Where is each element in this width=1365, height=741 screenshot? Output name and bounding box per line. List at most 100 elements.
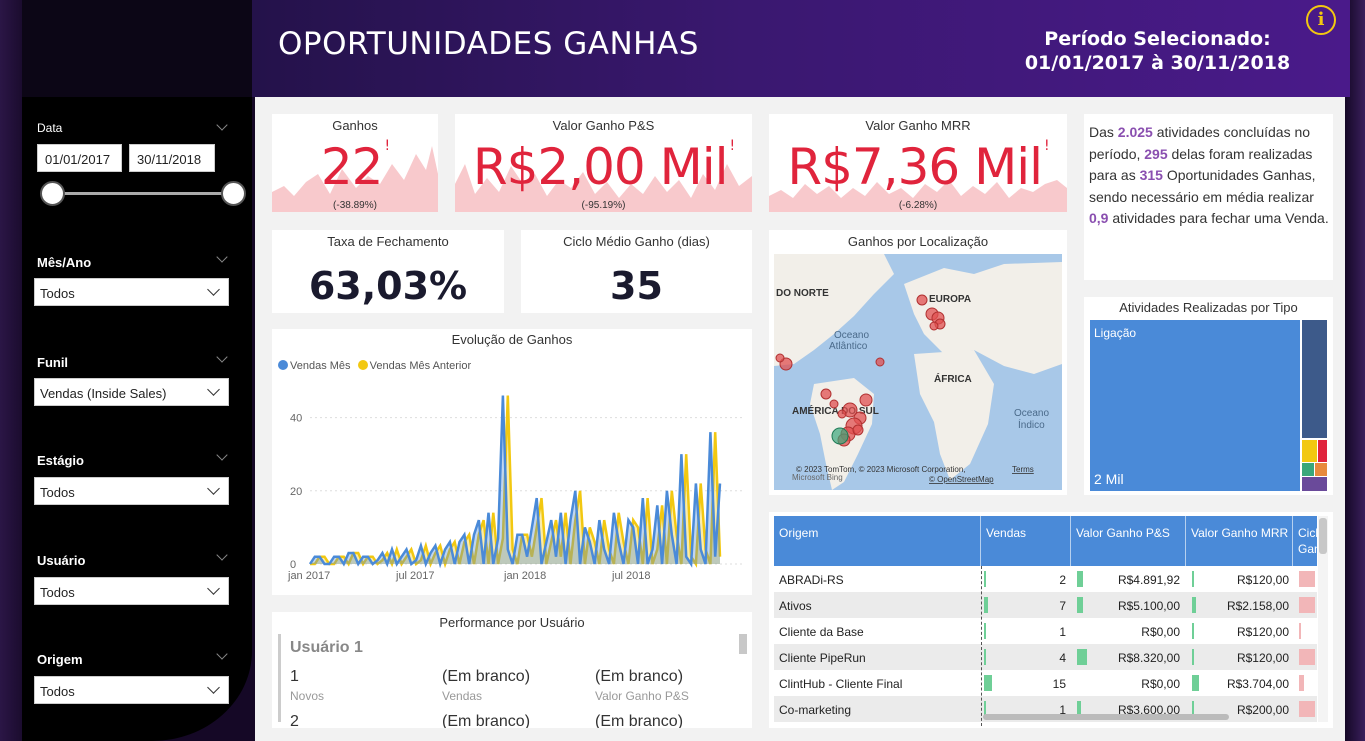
table-row[interactable]: Ativos 7 R$5.100,00 R$2.158,00 [774, 592, 1317, 618]
origin-table-card[interactable]: Origem Vendas Valor Ganho P&S Valor Ganh… [769, 512, 1333, 728]
map-label-indico: Oceano [1014, 408, 1049, 419]
kpi-card-ciclo-medio[interactable]: Ciclo Médio Ganho (dias) 35 [521, 230, 752, 313]
filter-dropdown-estagio[interactable]: Todos [34, 477, 229, 505]
performance-scrollbar[interactable] [739, 634, 747, 654]
treemap-tile[interactable] [1315, 463, 1327, 476]
chevron-down-icon[interactable] [216, 251, 228, 263]
period-range: 01/01/2017 à 30/11/2018 [1024, 52, 1291, 74]
cell-origem: ClintHub - Cliente Final [779, 677, 903, 691]
summary-number: 295 [1144, 145, 1168, 162]
date-slider-end-handle[interactable] [221, 181, 246, 206]
y-tick-label: 40 [290, 413, 302, 425]
performance-card[interactable]: Performance por Usuário Usuário 1 1 Novo… [272, 612, 752, 728]
summary-fragment: Das [1089, 124, 1118, 140]
map-marker[interactable] [852, 424, 864, 436]
scrollbar-thumb[interactable] [1319, 518, 1327, 554]
map-marker[interactable] [916, 294, 928, 306]
table-header: Origem Vendas Valor Ganho P&S Valor Ganh… [774, 516, 1321, 566]
ciclo-bar [1299, 649, 1316, 665]
column-header-valor-ps[interactable]: Valor Ganho P&S [1076, 526, 1170, 540]
filter-dropdown-origem[interactable]: Todos [34, 676, 229, 704]
kpi-title: Taxa de Fechamento [327, 234, 449, 249]
column-header-origem[interactable]: Origem [779, 526, 818, 540]
column-header-vendas[interactable]: Vendas [986, 526, 1026, 540]
table-row[interactable]: Cliente PipeRun 4 R$8.320,00 R$120,00 [774, 644, 1317, 670]
date-slider-start-handle[interactable] [40, 181, 65, 206]
table-row[interactable]: Cliente da Base 1 R$0,00 R$120,00 [774, 618, 1317, 644]
kpi-card-taxa-fechamento[interactable]: Taxa de Fechamento 63,03% [272, 230, 504, 313]
map-label-europa: EUROPA [929, 294, 971, 305]
performance-label: Valor Ganho P&S [595, 689, 689, 703]
treemap-tile[interactable] [1302, 477, 1327, 491]
kpi-card-valor-mrr[interactable]: Valor Ganho MRR R$7,36 Mil! (-6.28%) [769, 114, 1067, 212]
map-marker[interactable] [829, 399, 839, 409]
column-header-valor-mrr[interactable]: Valor Ganho MRR [1191, 526, 1288, 540]
kpi-card-valor-ps[interactable]: Valor Ganho P&S R$2,00 Mil! (-95.19%) [455, 114, 752, 212]
x-tick-label: jul 2017 [395, 570, 435, 582]
date-start-input[interactable]: 01/01/2017 [37, 144, 122, 172]
map-osm-link[interactable]: © OpenStreetMap [929, 475, 994, 484]
chevron-down-icon[interactable] [216, 648, 228, 660]
dropdown-value: Todos [40, 485, 75, 500]
map-marker[interactable] [875, 357, 885, 367]
kpi-title: Ganhos [332, 118, 378, 133]
chevron-down-icon[interactable] [216, 119, 228, 131]
cell-valor-ps: R$0,00 [1141, 677, 1180, 691]
map-marker[interactable] [859, 393, 873, 407]
date-slider-track[interactable] [52, 192, 234, 195]
map-marker[interactable] [837, 409, 847, 419]
treemap-tile-ligacao[interactable]: Ligação 2 Mil [1090, 320, 1300, 491]
evolution-chart-card[interactable]: Evolução de Ganhos Vendas Mês Vendas Mês… [272, 329, 752, 595]
cell-vendas: 4 [1059, 651, 1066, 665]
map-label-africa: ÁFRICA [934, 372, 972, 385]
filter-dropdown-usuario[interactable]: Todos [34, 577, 229, 605]
kpi-change: (-38.89%) [333, 200, 377, 211]
treemap-tile[interactable] [1302, 463, 1314, 476]
map-marker[interactable] [831, 427, 849, 445]
cell-origem: Ativos [779, 599, 812, 613]
filter-dropdown-funil[interactable]: Vendas (Inside Sales) [34, 378, 229, 406]
evolution-chart-plot[interactable]: 02040jan 2017 jul 2017 jan 2018 jul 2018 [272, 379, 752, 591]
kpi-number: 22 [320, 138, 384, 196]
filter-label-mes-ano: Mês/Ano [37, 255, 92, 270]
kpi-change: (-6.28%) [898, 200, 938, 211]
summary-number: 315 [1139, 167, 1163, 183]
kpi-card-ganhos[interactable]: Ganhos 22! (-38.89%) [272, 114, 438, 212]
chevron-down-icon[interactable] [216, 549, 228, 561]
treemap-tile[interactable] [1318, 440, 1327, 462]
table-row[interactable]: ABRADi-RS 2 R$4.891,92 R$120,00 [774, 566, 1317, 592]
treemap-tile[interactable] [1302, 320, 1327, 438]
treemap-card[interactable]: Atividades Realizadas por Tipo Ligação 2… [1084, 297, 1333, 495]
chevron-down-icon[interactable] [216, 351, 228, 363]
map-card[interactable]: Ganhos por Localização DO NORTE EUROPA Á… [769, 230, 1067, 495]
chevron-down-icon[interactable] [216, 449, 228, 461]
column-header-ciclo[interactable]: Cicl [1298, 526, 1318, 540]
map-marker[interactable] [929, 321, 939, 331]
column-divider [1292, 516, 1293, 566]
column-divider [981, 566, 982, 726]
ciclo-bar [1299, 571, 1316, 587]
table-vertical-scrollbar[interactable] [1318, 516, 1328, 722]
table-horizontal-scrollbar[interactable] [983, 714, 1229, 720]
cell-valor-mrr: R$120,00 [1236, 651, 1289, 665]
world-map[interactable]: DO NORTE EUROPA ÁFRICA AMÉRICA DO SUL Oc… [774, 254, 1062, 490]
map-marker[interactable] [820, 388, 832, 400]
info-icon[interactable]: i [1306, 5, 1336, 35]
kpi-title: Valor Ganho P&S [552, 118, 655, 133]
table-row[interactable]: ClintHub - Cliente Final 15 R$0,00 R$3.704,… [774, 670, 1317, 696]
filter-dropdown-mes-ano[interactable]: Todos [34, 278, 229, 306]
chart-legend: Vendas Mês Vendas Mês Anterior [278, 360, 471, 372]
legend-label: Vendas Mês [290, 360, 351, 372]
map-terms-link[interactable]: Terms [1012, 465, 1034, 474]
summary-number: 0,9 [1089, 210, 1109, 226]
chevron-down-icon [207, 283, 220, 296]
cell-valor-ps: R$5.100,00 [1117, 599, 1180, 613]
date-end-input[interactable]: 30/11/2018 [129, 144, 215, 172]
cell-valor-mrr: R$120,00 [1236, 625, 1289, 639]
treemap-tile[interactable] [1302, 440, 1317, 462]
dropdown-value: Todos [40, 684, 75, 699]
map-marker[interactable] [775, 353, 785, 363]
performance-user-name: Usuário 1 [290, 639, 363, 656]
ciclo-bar [1299, 597, 1316, 613]
dropdown-value: Todos [40, 585, 75, 600]
